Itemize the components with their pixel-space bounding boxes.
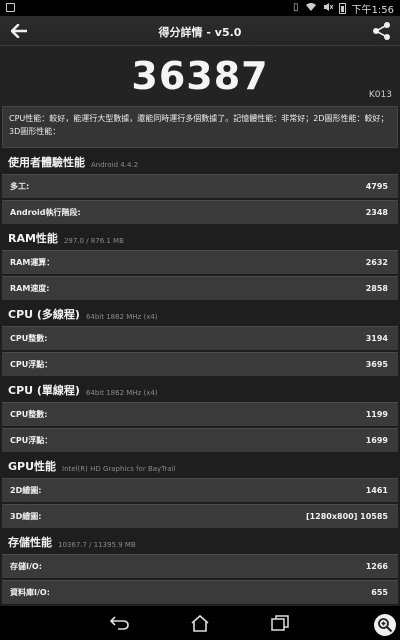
vibrate-icon: ▯: [293, 2, 299, 13]
total-score: 36387: [131, 54, 269, 98]
section: RAM性能 297.0 / 876.1 MB RAM運算： 2632 RAM速度…: [0, 226, 400, 300]
score-row: CPU整數: 3194: [2, 326, 398, 350]
page-title: 得分詳情 - v5.0: [158, 26, 242, 39]
nav-back-button[interactable]: [108, 611, 132, 635]
section: 使用者體驗性能 Android 4.4.2 多工: 4795 Android執行…: [0, 150, 400, 224]
score-row: 2D繪圖: 1461: [2, 478, 398, 502]
section: CPU (單線程) 64bit 1862 MHz (x4) CPU整數: 119…: [0, 378, 400, 452]
navigation-bar: [0, 606, 400, 640]
action-bar: 得分詳情 - v5.0: [0, 16, 400, 46]
section-header: CPU (多線程) 64bit 1862 MHz (x4): [0, 302, 400, 326]
recents-icon: [271, 615, 289, 631]
section-title: 使用者體驗性能: [8, 156, 85, 169]
section-subtitle: 64bit 1862 MHz (x4): [85, 389, 158, 397]
score-value: 3695: [365, 360, 388, 369]
section-subtitle: 297.0 / 876.1 MB: [63, 237, 124, 245]
score-row: 存儲I/O: 1266: [2, 554, 398, 578]
status-icons: ▯ 下午1:56: [293, 1, 394, 16]
score-value: [1280x800] 10585: [305, 512, 388, 521]
nav-home-button[interactable]: [188, 611, 212, 635]
section: CPU (多線程) 64bit 1862 MHz (x4) CPU整數: 319…: [0, 302, 400, 376]
section: 存儲性能 10367.7 / 11395.9 MB 存儲I/O: 1266 資料…: [0, 530, 400, 604]
score-row: RAM速度: 2858: [2, 276, 398, 300]
score-row: CPU整數: 1199: [2, 402, 398, 426]
score-sections: 使用者體驗性能 Android 4.4.2 多工: 4795 Android執行…: [0, 150, 400, 606]
section-title: RAM性能: [8, 232, 58, 245]
section-subtitle: Intel(R) HD Graphics for BayTrail: [62, 465, 176, 473]
score-label: 2D繪圖:: [10, 486, 42, 495]
home-icon: [191, 614, 209, 632]
section-header: 存儲性能 10367.7 / 11395.9 MB: [0, 530, 400, 554]
section-header: CPU (單線程) 64bit 1862 MHz (x4): [0, 378, 400, 402]
section: GPU性能 Intel(R) HD Graphics for BayTrail …: [0, 454, 400, 528]
score-label: CPU浮點：: [10, 360, 53, 369]
status-time: 下午1:56: [351, 4, 394, 16]
share-icon: [373, 22, 390, 40]
section-subtitle: 10367.7 / 11395.9 MB: [58, 541, 136, 549]
score-value: 2858: [365, 284, 388, 293]
score-row: CPU浮點： 3695: [2, 352, 398, 376]
score-row: RAM運算： 2632: [2, 250, 398, 274]
score-label: RAM速度:: [10, 284, 50, 293]
score-value: 2632: [365, 258, 388, 267]
score-value: 3194: [365, 334, 388, 343]
section-header: 使用者體驗性能 Android 4.4.2: [0, 150, 400, 174]
section-title: GPU性能: [8, 460, 57, 473]
performance-summary: CPU性能：較好，能運行大型數據，還能同時運行多個數據了。記憶體性能：非常好；2…: [2, 106, 398, 148]
score-value: 1461: [365, 486, 388, 495]
section-header: RAM性能 297.0 / 876.1 MB: [0, 226, 400, 250]
score-label: CPU浮點：: [10, 436, 53, 445]
score-row: Android執行階段: 2348: [2, 200, 398, 224]
score-row: 多工: 4795: [2, 174, 398, 198]
notification-icons: [6, 3, 15, 12]
share-button[interactable]: [372, 21, 392, 41]
score-label: Android執行階段:: [10, 208, 81, 217]
section-title: CPU (單線程): [8, 384, 80, 397]
section-title: CPU (多線程): [8, 308, 80, 321]
section-subtitle: 64bit 1862 MHz (x4): [85, 313, 158, 321]
score-value: 2348: [365, 208, 388, 217]
notification-icon: [6, 3, 15, 12]
score-row: CPU浮點： 1699: [2, 428, 398, 452]
device-model: K013: [368, 90, 392, 100]
score-label: 3D繪圖:: [10, 512, 42, 521]
wifi-icon: [305, 2, 317, 15]
section-subtitle: Android 4.4.2: [91, 161, 139, 169]
score-value: 4795: [365, 182, 388, 191]
score-row: 3D繪圖: [1280x800] 10585: [2, 504, 398, 528]
score-label: CPU整數:: [10, 334, 48, 343]
score-value: 1199: [365, 410, 388, 419]
section-header: GPU性能 Intel(R) HD Graphics for BayTrail: [0, 454, 400, 478]
score-label: 存儲I/O:: [10, 562, 42, 571]
mute-icon: [323, 2, 333, 15]
score-value: 655: [371, 588, 388, 597]
status-bar: ▯ 下午1:56: [0, 0, 400, 16]
score-value: 1699: [365, 436, 388, 445]
score-panel: 36387 K013: [0, 46, 400, 106]
section-title: 存儲性能: [8, 536, 52, 549]
score-label: RAM運算：: [10, 258, 55, 267]
zoom-icon[interactable]: [374, 614, 396, 636]
score-value: 1266: [365, 562, 388, 571]
score-label: 資料庫I/O:: [10, 588, 50, 597]
score-label: CPU整數:: [10, 410, 48, 419]
score-label: 多工:: [10, 182, 30, 191]
nav-back-icon: [110, 616, 129, 630]
score-row: 資料庫I/O: 655: [2, 580, 398, 604]
battery-icon: [338, 2, 346, 14]
nav-recents-button[interactable]: [268, 611, 292, 635]
